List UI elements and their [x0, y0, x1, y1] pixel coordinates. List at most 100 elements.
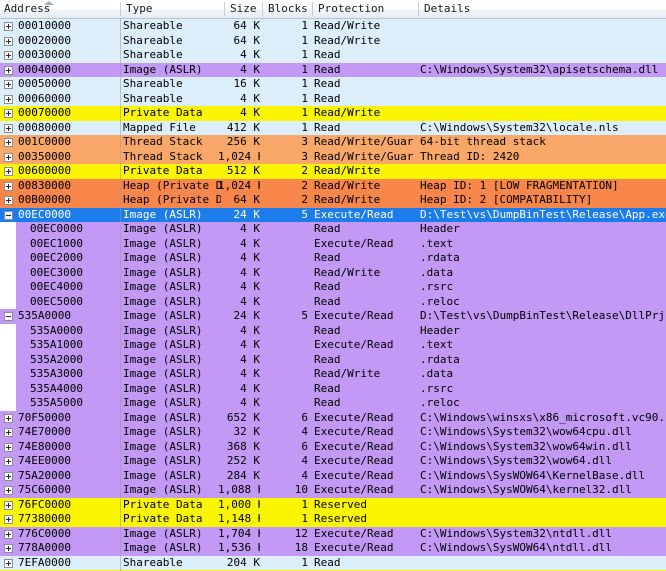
- column-header-protection[interactable]: Protection: [314, 0, 414, 18]
- table-row[interactable]: 00020000Shareable64 K1Read/Write: [0, 34, 666, 49]
- cell-address: 00070000: [18, 106, 118, 121]
- cell-type: Thread Stack: [123, 150, 221, 165]
- table-row[interactable]: 535A3000Image (ASLR)4 KRead/Write.data: [0, 367, 666, 382]
- table-row[interactable]: 00030000Shareable4 K1Read: [0, 48, 666, 63]
- table-row[interactable]: 535A2000Image (ASLR)4 KRead.rdata: [0, 353, 666, 368]
- cell-protection: Read: [314, 295, 414, 310]
- table-row[interactable]: 00050000Shareable16 K1Read: [0, 77, 666, 92]
- expand-node-icon[interactable]: [4, 95, 13, 104]
- expand-node-icon[interactable]: [4, 51, 13, 60]
- table-row[interactable]: 00600000Private Data512 K2Read/Write: [0, 164, 666, 179]
- table-row[interactable]: 00B00000Heap (Private Data)64 K2Read/Wri…: [0, 193, 666, 208]
- table-row[interactable]: 00040000Image (ASLR)4 K1ReadC:\Windows\S…: [0, 63, 666, 78]
- cell-details: C:\Windows\System32\wow64.dll: [420, 454, 666, 469]
- cell-details: Heap ID: 1 [LOW FRAGMENTATION]: [420, 179, 666, 194]
- address-column-divider: [120, 164, 121, 179]
- column-divider-protection[interactable]: [418, 2, 419, 16]
- cell-blocks: [262, 251, 308, 266]
- table-row[interactable]: 001C0000Thread Stack256 K3Read/Write/Gua…: [0, 135, 666, 150]
- table-row[interactable]: 776C0000Image (ASLR)1,704 K12Execute/Rea…: [0, 527, 666, 542]
- expand-node-icon[interactable]: [4, 544, 13, 553]
- table-row[interactable]: 00830000Heap (Private Data)1,024 K2Read/…: [0, 179, 666, 194]
- table-row[interactable]: 75A20000Image (ASLR)284 K4Execute/ReadC:…: [0, 469, 666, 484]
- expand-node-icon[interactable]: [4, 138, 13, 147]
- table-row[interactable]: 535A1000Image (ASLR)4 KExecute/Read.text: [0, 338, 666, 353]
- column-header-details[interactable]: Details: [420, 0, 660, 18]
- expand-node-icon[interactable]: [4, 22, 13, 31]
- expand-node-icon[interactable]: [4, 486, 13, 495]
- expand-node-icon[interactable]: [4, 196, 13, 205]
- cell-type: Private Data: [123, 164, 221, 179]
- cell-address: 74EE0000: [18, 454, 118, 469]
- table-row[interactable]: 535A4000Image (ASLR)4 KRead.rsrc: [0, 382, 666, 397]
- table-row[interactable]: 00EC0000Image (ASLR)4 KReadHeader: [0, 222, 666, 237]
- column-divider-size[interactable]: [262, 2, 263, 16]
- table-row[interactable]: 00010000Shareable64 K1Read/Write: [0, 19, 666, 34]
- table-row[interactable]: 00070000Private Data4 K1Read/Write: [0, 106, 666, 121]
- expand-node-icon[interactable]: [4, 37, 13, 46]
- memory-regions-table[interactable]: 00010000Shareable64 K1Read/Write00020000…: [0, 19, 666, 571]
- column-header-address[interactable]: Address: [0, 0, 120, 18]
- address-column-divider: [120, 251, 121, 266]
- column-header-blocks[interactable]: Blocks: [264, 0, 310, 18]
- address-column-divider: [120, 382, 121, 397]
- expand-node-icon[interactable]: [4, 66, 13, 75]
- table-row[interactable]: 74E70000Image (ASLR)32 K4Execute/ReadC:\…: [0, 425, 666, 440]
- table-row[interactable]: 535A5000Image (ASLR)4 KRead.reloc: [0, 396, 666, 411]
- table-row[interactable]: 75C60000Image (ASLR)1,088 K10Execute/Rea…: [0, 483, 666, 498]
- table-row[interactable]: 77380000Private Data1,148 K1Reserved: [0, 512, 666, 527]
- collapse-node-icon[interactable]: [4, 312, 13, 321]
- address-column-divider: [120, 237, 121, 252]
- table-row[interactable]: 00EC5000Image (ASLR)4 KRead.reloc: [0, 295, 666, 310]
- table-row[interactable]: 00EC0000Image (ASLR)24 K5Execute/ReadD:\…: [0, 208, 666, 223]
- table-row[interactable]: 74EE0000Image (ASLR)252 K4Execute/ReadC:…: [0, 454, 666, 469]
- table-row[interactable]: 00080000Mapped File412 K1ReadC:\Windows\…: [0, 121, 666, 136]
- address-column-divider: [120, 222, 121, 237]
- table-row[interactable]: 535A0000Image (ASLR)4 KReadHeader: [0, 324, 666, 339]
- expand-node-icon[interactable]: [4, 443, 13, 452]
- address-column-divider: [120, 498, 121, 513]
- table-row[interactable]: 00EC4000Image (ASLR)4 KRead.rsrc: [0, 280, 666, 295]
- expand-node-icon[interactable]: [4, 167, 13, 176]
- table-row[interactable]: 74E80000Image (ASLR)368 K6Execute/ReadC:…: [0, 440, 666, 455]
- cell-protection: Execute/Read: [314, 237, 414, 252]
- tree-indent-gutter: [0, 367, 16, 382]
- table-row[interactable]: 00EC3000Image (ASLR)4 KRead/Write.data: [0, 266, 666, 281]
- expand-node-icon[interactable]: [4, 153, 13, 162]
- column-header-type[interactable]: Type: [122, 0, 222, 18]
- table-row[interactable]: 00350000Thread Stack1,024 K3Read/Write/G…: [0, 150, 666, 165]
- collapse-node-icon[interactable]: [4, 211, 13, 220]
- cell-address: 00010000: [18, 19, 118, 34]
- table-row[interactable]: 778A0000Image (ASLR)1,536 K18Execute/Rea…: [0, 541, 666, 556]
- expand-node-icon[interactable]: [4, 124, 13, 133]
- expand-node-icon[interactable]: [4, 414, 13, 423]
- table-row[interactable]: 76FC0000Private Data1,000 K1Reserved: [0, 498, 666, 513]
- expand-node-icon[interactable]: [4, 80, 13, 89]
- table-row[interactable]: 00EC2000Image (ASLR)4 KRead.rdata: [0, 251, 666, 266]
- address-column-divider: [120, 266, 121, 281]
- column-divider-blocks[interactable]: [312, 2, 313, 16]
- column-header-size[interactable]: Size: [226, 0, 260, 18]
- table-row[interactable]: 7EFA0000Shareable204 K1Read: [0, 556, 666, 571]
- column-header-row[interactable]: Address Type Size Blocks Protection Deta…: [0, 0, 666, 19]
- expand-node-icon[interactable]: [4, 457, 13, 466]
- cell-type: Image (ASLR): [123, 382, 221, 397]
- expand-node-icon[interactable]: [4, 472, 13, 481]
- expand-node-icon[interactable]: [4, 501, 13, 510]
- table-row[interactable]: 00060000Shareable4 K1Read: [0, 92, 666, 107]
- expand-node-icon[interactable]: [4, 515, 13, 524]
- cell-type: Image (ASLR): [123, 411, 221, 426]
- expand-node-icon[interactable]: [4, 109, 13, 118]
- expand-node-icon[interactable]: [4, 559, 13, 568]
- table-row[interactable]: 70F50000Image (ASLR)652 K6Execute/ReadC:…: [0, 411, 666, 426]
- expand-node-icon[interactable]: [4, 428, 13, 437]
- cell-type: Image (ASLR): [123, 367, 221, 382]
- column-divider-address[interactable]: [120, 2, 121, 16]
- table-row[interactable]: 00EC1000Image (ASLR)4 KExecute/Read.text: [0, 237, 666, 252]
- table-row[interactable]: 535A0000Image (ASLR)24 K5Execute/ReadD:\…: [0, 309, 666, 324]
- expand-node-icon[interactable]: [4, 182, 13, 191]
- cell-details: [420, 164, 666, 179]
- column-divider-type[interactable]: [224, 2, 225, 16]
- cell-size: 4 K: [218, 266, 260, 281]
- expand-node-icon[interactable]: [4, 530, 13, 539]
